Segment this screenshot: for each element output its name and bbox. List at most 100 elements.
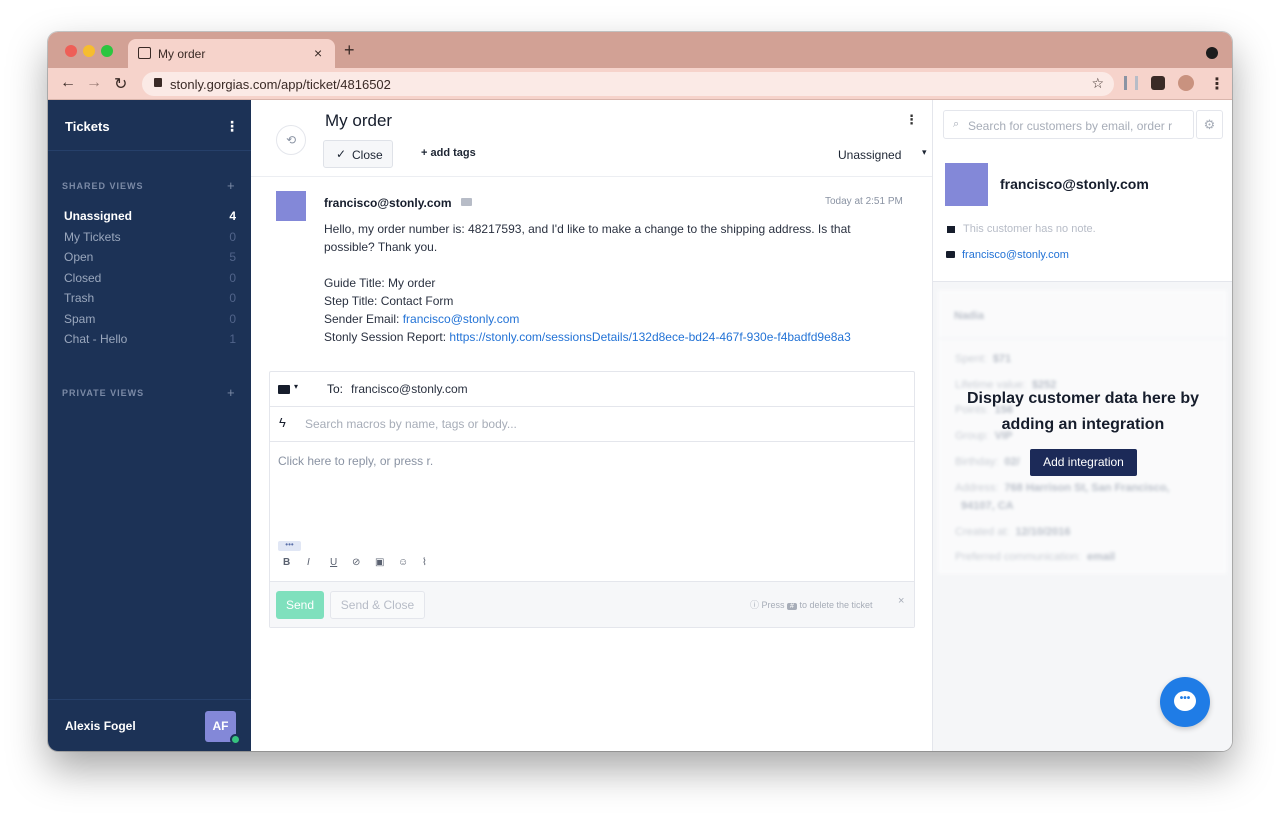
history-icon[interactable]: ⟲ xyxy=(276,125,306,155)
more-options-icon[interactable]: ••• xyxy=(278,541,301,551)
browser-tab[interactable]: My order × xyxy=(128,39,335,68)
customer-note[interactable]: This customer has no note. xyxy=(963,223,1096,235)
emoji-icon[interactable]: ☺ xyxy=(398,557,408,568)
browser-menu-icon[interactable]: ⋮ xyxy=(1209,74,1225,94)
send-and-close-button[interactable]: Send & Close xyxy=(330,591,425,619)
current-user-name[interactable]: Alexis Fogel xyxy=(65,719,136,733)
sidebar-menu-icon[interactable]: ⋮ xyxy=(225,118,239,135)
reply-body-input[interactable]: Click here to reply, or press r. xyxy=(278,454,433,468)
delete-hint: ⓘ Press # to delete the ticket xyxy=(750,598,873,611)
tab-close-icon[interactable]: × xyxy=(314,45,322,61)
extensions-puzzle-icon[interactable] xyxy=(1151,76,1165,90)
lock-icon xyxy=(154,78,162,87)
header-divider xyxy=(251,176,932,177)
tab-title: My order xyxy=(158,47,206,61)
bold-icon[interactable]: B xyxy=(283,557,290,568)
new-tab-icon[interactable]: + xyxy=(344,40,355,61)
bookmark-star-icon[interactable]: ☆ xyxy=(1091,75,1104,92)
preview-label: Birthday: xyxy=(955,456,999,468)
info-icon: ⓘ xyxy=(750,600,762,610)
customer-email-link[interactable]: francisco@stonly.com xyxy=(962,249,1069,261)
preview-row: Preferred communication: email xyxy=(955,551,1115,563)
chevron-down-icon[interactable]: ▾ xyxy=(294,382,298,391)
to-field[interactable]: francisco@stonly.com xyxy=(351,382,468,396)
preview-label: Created at: xyxy=(955,526,1010,538)
browser-window: My order × + ← → ↻ stonly.gorgias.com/ap… xyxy=(48,32,1232,751)
add-private-view-icon[interactable]: + xyxy=(227,385,235,400)
address-bar[interactable]: stonly.gorgias.com/app/ticket/4816502 ☆ xyxy=(142,72,1114,96)
email-channel-select-icon[interactable] xyxy=(278,385,290,394)
gear-icon[interactable]: ⚙ xyxy=(1196,110,1223,139)
sidebar-item-count: 5 xyxy=(229,250,236,264)
customer-summary: ⌕ Search for customers by email, order r… xyxy=(933,100,1232,282)
attachment-icon[interactable]: ⌇ xyxy=(422,557,427,568)
extension-stonly-icon[interactable] xyxy=(1124,76,1138,90)
macro-search-input[interactable]: Search macros by name, tags or body... xyxy=(305,417,517,431)
sidebar-item-label: Trash xyxy=(64,291,95,305)
preview-header: Nadia xyxy=(938,290,1227,339)
to-label: To: xyxy=(327,382,344,396)
customer-name[interactable]: francisco@stonly.com xyxy=(1000,176,1149,192)
underline-icon[interactable]: U xyxy=(330,557,337,568)
sidebar-item-trash[interactable]: Trash 0 xyxy=(64,291,236,305)
add-integration-button[interactable]: Add integration xyxy=(1030,449,1137,476)
minimize-window-icon[interactable] xyxy=(83,45,95,57)
sidebar-item-spam[interactable]: Spam 0 xyxy=(64,312,236,326)
sidebar-item-unassigned[interactable]: Unassigned 4 xyxy=(64,209,236,223)
close-button-label: Close xyxy=(352,148,383,162)
note-icon xyxy=(947,226,955,233)
message-guide-title: Guide Title: My order xyxy=(324,276,436,290)
customer-panel: ⌕ Search for customers by email, order r… xyxy=(932,100,1232,751)
message-step-title: Step Title: Contact Form xyxy=(324,294,454,308)
italic-icon[interactable]: I xyxy=(307,557,310,568)
customer-search-placeholder: Search for customers by email, order r xyxy=(968,119,1173,133)
preview-label: Spent: xyxy=(955,353,987,365)
add-tags-button[interactable]: + add tags xyxy=(421,147,476,159)
send-button[interactable]: Send xyxy=(276,591,324,619)
sender-email-label: Sender Email: xyxy=(324,312,403,326)
assignee-value: Unassigned xyxy=(838,148,902,162)
customer-avatar xyxy=(945,163,988,206)
session-report-link[interactable]: https://stonly.com/sessionsDetails/132d8… xyxy=(449,330,850,344)
search-icon: ⌕ xyxy=(953,118,960,130)
sidebar-title: Tickets xyxy=(65,119,110,134)
reload-icon[interactable]: ↻ xyxy=(114,74,127,94)
sender-email-link[interactable]: francisco@stonly.com xyxy=(403,312,520,326)
sidebar-item-open[interactable]: Open 5 xyxy=(64,250,236,264)
reply-composer: ▾ To: francisco@stonly.com ϟ Search macr… xyxy=(269,371,915,628)
image-icon[interactable]: ▣ xyxy=(375,557,384,568)
add-shared-view-icon[interactable]: + xyxy=(227,178,235,193)
sidebar-item-label: Spam xyxy=(64,312,96,326)
back-icon[interactable]: ← xyxy=(60,74,76,92)
ticket-favicon-icon xyxy=(138,47,151,59)
tab-search-icon[interactable] xyxy=(1206,47,1218,59)
preview-value: email xyxy=(1086,551,1116,563)
hint-suffix: to delete the ticket xyxy=(799,600,873,610)
maximize-window-icon[interactable] xyxy=(101,45,113,57)
customer-search-input[interactable]: ⌕ Search for customers by email, order r xyxy=(943,110,1194,139)
chat-launcher-button[interactable]: ••• xyxy=(1160,677,1210,727)
profile-avatar-icon[interactable] xyxy=(1178,75,1194,91)
recipient-row: ▾ To: francisco@stonly.com xyxy=(270,372,914,407)
close-ticket-button[interactable]: ✓ Close xyxy=(323,140,393,168)
ticket-title[interactable]: My order xyxy=(325,111,392,131)
chevron-down-icon: ▾ xyxy=(922,147,927,157)
ticket-menu-icon[interactable]: ⋮ xyxy=(905,112,918,128)
dismiss-hint-icon[interactable]: × xyxy=(898,595,904,607)
sidebar-item-closed[interactable]: Closed 0 xyxy=(64,271,236,285)
link-icon[interactable]: ⊘ xyxy=(352,557,360,568)
sidebar-item-my-tickets[interactable]: My Tickets 0 xyxy=(64,230,236,244)
forward-icon[interactable]: → xyxy=(86,74,102,92)
message-sender-email-row: Sender Email: francisco@stonly.com xyxy=(324,312,519,326)
preview-name: Nadia xyxy=(954,310,984,322)
sidebar-item-label: Open xyxy=(64,250,94,264)
close-window-icon[interactable] xyxy=(65,45,77,57)
message-sender[interactable]: francisco@stonly.com xyxy=(324,196,452,210)
sender-avatar xyxy=(276,191,306,221)
assignee-dropdown[interactable]: Unassigned ▾ xyxy=(838,147,927,162)
private-views-header: PRIVATE VIEWS xyxy=(62,388,145,398)
sidebar-item-label: Chat - Hello xyxy=(64,332,128,346)
sidebar-item-chat-hello[interactable]: Chat - Hello 1 xyxy=(64,332,236,346)
message-timestamp: Today at 2:51 PM xyxy=(825,196,903,207)
sidebar-item-count: 0 xyxy=(229,291,236,305)
